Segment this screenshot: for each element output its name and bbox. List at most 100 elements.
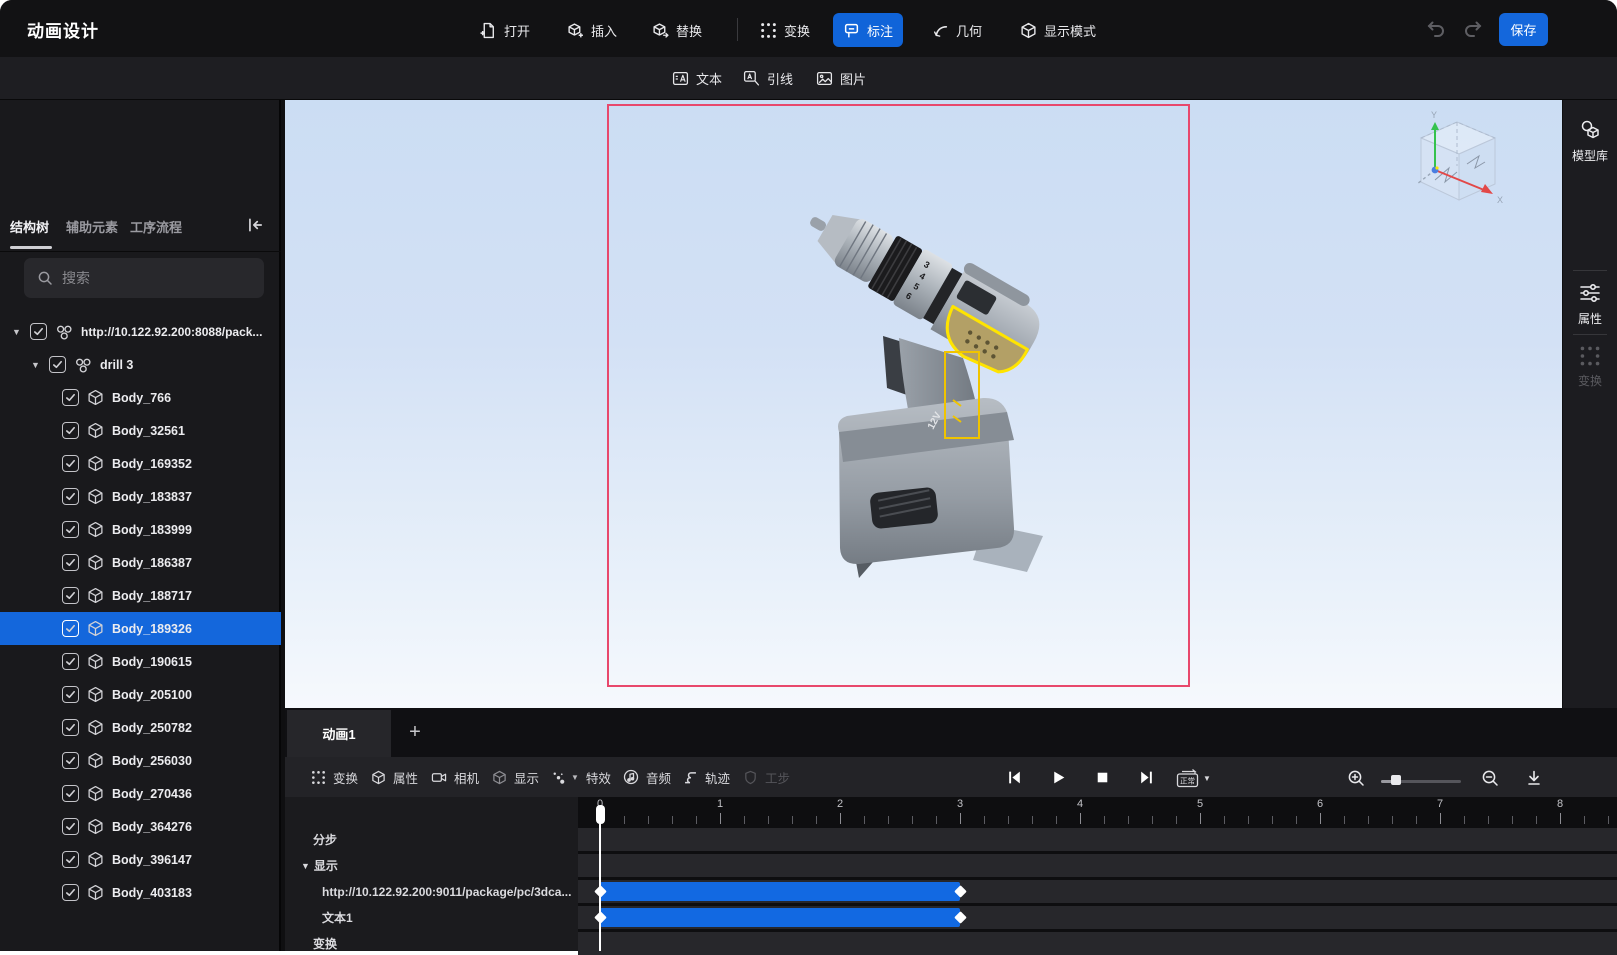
track-audio-button[interactable]: 音频: [623, 757, 671, 797]
tree-root-row[interactable]: ▼ http://10.122.92.200:8088/pack...: [0, 315, 281, 348]
undo-button[interactable]: [1424, 18, 1446, 38]
tree-body-row[interactable]: Body_403183: [0, 876, 281, 909]
timeline-clip-bar[interactable]: [600, 908, 960, 927]
checkbox[interactable]: [62, 719, 79, 736]
search-input[interactable]: [62, 270, 242, 286]
annotation-capture-frame[interactable]: [607, 104, 1190, 687]
tree-body-row[interactable]: Body_256030: [0, 744, 281, 777]
geometry-button[interactable]: 几何: [922, 13, 992, 47]
timeline-zoom-slider-handle[interactable]: [1391, 775, 1401, 785]
tree-body-row[interactable]: Body_186387: [0, 546, 281, 579]
export-button[interactable]: [1525, 769, 1543, 787]
caret-down-icon[interactable]: ▼: [12, 327, 22, 337]
checkbox[interactable]: [62, 818, 79, 835]
tree-body-row[interactable]: Body_250782: [0, 711, 281, 744]
caret-down-icon[interactable]: ▼: [31, 360, 41, 370]
timeline-row-label[interactable]: http://10.122.92.200:9011/package/pc/3dc…: [322, 880, 571, 903]
track-property-button[interactable]: 属性: [371, 757, 418, 797]
caret-down-icon[interactable]: ▼: [571, 773, 579, 782]
tab-structure-tree[interactable]: 结构树: [10, 217, 49, 236]
display-mode-button[interactable]: 显示模式: [1010, 13, 1106, 47]
timeline-track-lane[interactable]: [578, 854, 1617, 877]
timeline-row-label[interactable]: 变换: [313, 932, 337, 955]
track-workstep-button[interactable]: 工步: [743, 757, 790, 797]
tree-body-row[interactable]: Body_270436: [0, 777, 281, 810]
image-tool-button[interactable]: 图片: [816, 65, 866, 92]
play-mode-button[interactable]: 正常 ▼: [1176, 769, 1211, 788]
animation-tab[interactable]: 动画1: [287, 710, 391, 757]
tree-body-row[interactable]: Body_183837: [0, 480, 281, 513]
caret-down-icon[interactable]: ▼: [301, 861, 310, 871]
checkbox[interactable]: [62, 488, 79, 505]
track-trajectory-button[interactable]: 轨迹: [683, 757, 730, 797]
tree-body-row[interactable]: Body_188717: [0, 579, 281, 612]
model-library-button[interactable]: 模型库: [1563, 118, 1617, 164]
timeline-track-lane[interactable]: [578, 906, 1617, 929]
save-button[interactable]: 保存: [1499, 13, 1548, 46]
tree-body-row[interactable]: Body_32561: [0, 414, 281, 447]
ruler-minor-tick: [864, 816, 865, 824]
annotate-button[interactable]: 标注: [833, 13, 904, 47]
play-button[interactable]: [1050, 769, 1067, 786]
tree-body-row[interactable]: Body_183999: [0, 513, 281, 546]
tree-body-row[interactable]: Body_205100: [0, 678, 281, 711]
zoom-out-button[interactable]: [1481, 769, 1499, 787]
nav-cube[interactable]: Y X: [1416, 110, 1503, 205]
checkbox[interactable]: [62, 587, 79, 604]
ruler-minor-tick: [1104, 816, 1105, 824]
tree-body-row[interactable]: Body_169352: [0, 447, 281, 480]
checkbox[interactable]: [30, 323, 47, 340]
checkbox[interactable]: [62, 884, 79, 901]
viewport-3d[interactable]: 12V 3456 Y X: [285, 100, 1562, 708]
tree-body-row[interactable]: Body_364276: [0, 810, 281, 843]
checkbox[interactable]: [49, 356, 66, 373]
collapse-panel-button[interactable]: [246, 216, 264, 234]
timeline-ruler[interactable]: 012345678: [578, 797, 1617, 828]
tree-body-row[interactable]: Body_190615: [0, 645, 281, 678]
zoom-in-button[interactable]: [1347, 769, 1365, 787]
timeline-row-label[interactable]: ▼ 显示: [301, 854, 338, 877]
timeline-row-label[interactable]: 分步: [313, 828, 337, 851]
timeline-track-lane[interactable]: [578, 932, 1617, 955]
transform-button[interactable]: 变换: [750, 13, 820, 47]
next-frame-button[interactable]: [1138, 769, 1155, 786]
checkbox[interactable]: [62, 422, 79, 439]
properties-button[interactable]: 属性: [1563, 281, 1617, 327]
track-display-button[interactable]: 显示: [492, 757, 539, 797]
stop-button[interactable]: [1094, 769, 1111, 786]
tree-group-row[interactable]: ▼ drill 3: [0, 348, 281, 381]
tree-body-row[interactable]: Body_189326: [0, 612, 281, 645]
prev-frame-icon: [1009, 771, 1020, 784]
checkbox[interactable]: [62, 851, 79, 868]
replace-button[interactable]: 替换: [642, 13, 712, 47]
checkbox[interactable]: [62, 554, 79, 571]
checkbox[interactable]: [62, 455, 79, 472]
prev-frame-button[interactable]: [1006, 769, 1023, 786]
track-effects-button[interactable]: ▼ 特效: [551, 757, 611, 797]
redo-button[interactable]: [1463, 18, 1485, 38]
timeline-track-lane[interactable]: [578, 828, 1617, 851]
playhead-handle[interactable]: [595, 805, 605, 824]
checkbox[interactable]: [62, 653, 79, 670]
checkbox[interactable]: [62, 620, 79, 637]
checkbox[interactable]: [62, 521, 79, 538]
timeline-clip-bar[interactable]: [600, 882, 960, 901]
open-button[interactable]: 打开: [470, 13, 540, 47]
tree-body-row[interactable]: Body_766: [0, 381, 281, 414]
checkbox[interactable]: [62, 785, 79, 802]
tree-body-row[interactable]: Body_396147: [0, 843, 281, 876]
tab-process-flow[interactable]: 工序流程: [130, 217, 182, 236]
checkbox[interactable]: [62, 389, 79, 406]
add-animation-button[interactable]: +: [401, 718, 429, 746]
checkbox[interactable]: [62, 752, 79, 769]
timeline-row-label[interactable]: 文本1: [322, 906, 353, 929]
text-tool-button[interactable]: 文本: [672, 65, 722, 92]
timeline-track-lane[interactable]: [578, 880, 1617, 903]
tab-aux-elements[interactable]: 辅助元素: [66, 217, 118, 236]
track-transform-button[interactable]: 变换: [311, 757, 358, 797]
checkbox[interactable]: [62, 686, 79, 703]
leader-tool-button[interactable]: 引线: [743, 65, 793, 92]
transform-panel-button[interactable]: 变换: [1563, 345, 1617, 389]
track-camera-button[interactable]: 相机: [431, 757, 479, 797]
insert-button[interactable]: 插入: [557, 13, 627, 47]
